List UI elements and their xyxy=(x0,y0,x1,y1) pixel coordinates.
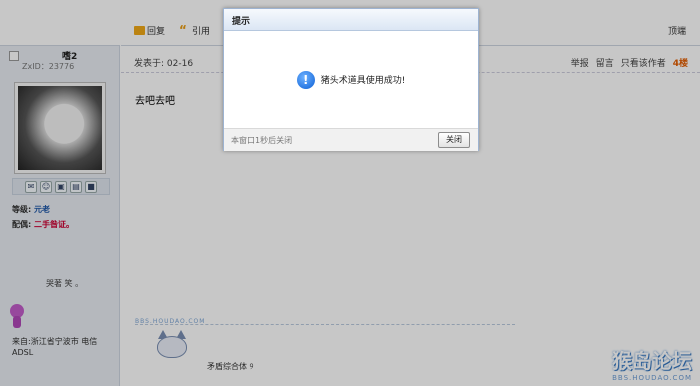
info-icon: ! xyxy=(296,70,315,89)
dialog-message: 猪头术道具使用成功! xyxy=(320,76,406,86)
notice-dialog: 提示 ! 猪头术道具使用成功! 本窗口1秒后关闭 关闭 xyxy=(223,8,479,151)
dialog-footer: 本窗口1秒后关闭 关闭 xyxy=(224,128,478,151)
close-button[interactable]: 关闭 xyxy=(438,132,470,148)
dialog-body: ! 猪头术道具使用成功! xyxy=(224,31,478,128)
dialog-title: 提示 xyxy=(224,9,478,31)
auto-close-text: 本窗口1秒后关闭 xyxy=(231,136,293,145)
